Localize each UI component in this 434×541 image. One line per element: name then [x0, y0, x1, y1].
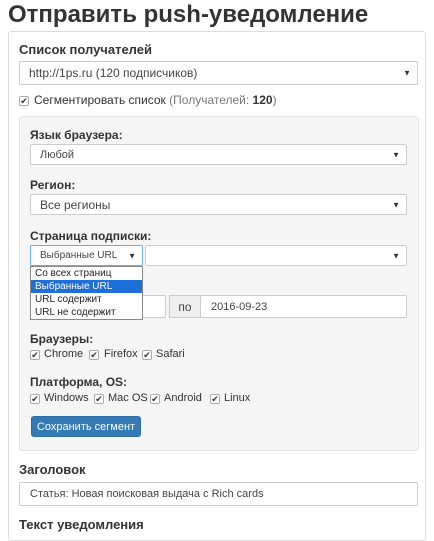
- linux-checkbox[interactable]: ✔: [210, 394, 220, 404]
- dropdown-option[interactable]: URL содержит: [31, 293, 142, 306]
- dropdown-option[interactable]: URL не содержит: [31, 306, 142, 319]
- android-checkbox[interactable]: ✔: [150, 394, 160, 404]
- safari-label: Safari: [156, 348, 185, 360]
- safari-checkbox[interactable]: ✔: [142, 350, 152, 360]
- recipients-select[interactable]: http://1ps.ru (120 подписчиков) ▼: [19, 61, 418, 85]
- platforms-label: Платформа, OS:: [30, 375, 128, 389]
- recipients-select-value: http://1ps.ru (120 подписчиков): [29, 66, 198, 80]
- subscription-page-dropdown: Со всех страниц Выбранные URL URL содерж…: [30, 266, 143, 320]
- chrome-checkbox[interactable]: ✔: [30, 350, 40, 360]
- date-to-label: по: [169, 295, 201, 318]
- segment-checkbox[interactable]: ✔: [19, 96, 29, 106]
- check-icon: ✔: [151, 394, 159, 404]
- browser-language-value: Любой: [40, 148, 75, 161]
- check-icon: ✔: [20, 96, 28, 106]
- segment-label: Сегментировать список (Получателей: 120): [34, 93, 277, 107]
- caret-down-icon: ▼: [392, 200, 400, 209]
- linux-label: Linux: [224, 392, 251, 404]
- segment-count: 120: [252, 93, 273, 107]
- subscription-url-select[interactable]: ▼: [145, 245, 407, 266]
- check-icon: ✔: [211, 394, 219, 404]
- browser-language-select[interactable]: Любой ▼: [30, 144, 407, 165]
- segment-count-prefix: (Получателей:: [169, 93, 253, 107]
- subscription-page-select[interactable]: Выбранные URL ▼: [30, 245, 143, 266]
- dropdown-option[interactable]: Со всех страниц: [31, 267, 142, 280]
- windows-label: Windows: [44, 392, 89, 404]
- windows-checkbox[interactable]: ✔: [30, 394, 40, 404]
- page-title: Отправить push-уведомление: [8, 1, 369, 28]
- caret-down-icon: ▼: [403, 68, 411, 78]
- browsers-label: Браузеры:: [30, 332, 94, 346]
- firefox-label: Firefox: [104, 348, 138, 360]
- caret-down-icon: ▼: [392, 251, 400, 260]
- subscription-page-label: Страница подписки:: [30, 229, 152, 243]
- dropdown-option-selected[interactable]: Выбранные URL: [31, 280, 142, 293]
- android-label: Android: [164, 392, 202, 404]
- heading-label: Заголовок: [19, 462, 86, 477]
- date-to-input[interactable]: 2016-09-23: [200, 295, 407, 318]
- recipients-label: Список получателей: [19, 42, 152, 57]
- check-icon: ✔: [95, 394, 103, 404]
- caret-down-icon: ▼: [128, 251, 136, 260]
- macos-label: Mac OS: [108, 392, 148, 404]
- region-label: Регион:: [30, 178, 76, 192]
- region-select[interactable]: Все регионы ▼: [30, 194, 407, 215]
- caret-down-icon: ▼: [392, 150, 400, 159]
- check-icon: ✔: [90, 350, 98, 360]
- firefox-checkbox[interactable]: ✔: [89, 350, 99, 360]
- segment-checkbox-label: Сегментировать список: [34, 93, 166, 107]
- notification-text-label: Текст уведомления: [19, 517, 144, 532]
- check-icon: ✔: [143, 350, 151, 360]
- heading-input[interactable]: Статья: Новая поисковая выдача с Rich ca…: [19, 482, 418, 506]
- segment-count-suffix: ): [272, 93, 277, 107]
- chrome-label: Chrome: [44, 348, 84, 360]
- date-from-input[interactable]: [141, 295, 166, 318]
- subscription-page-value: Выбранные URL: [40, 250, 118, 261]
- browser-language-label: Язык браузера:: [30, 128, 123, 142]
- region-value: Все регионы: [40, 197, 111, 212]
- save-segment-button[interactable]: Сохранить сегмент: [31, 416, 141, 437]
- check-icon: ✔: [31, 350, 39, 360]
- macos-checkbox[interactable]: ✔: [94, 394, 104, 404]
- check-icon: ✔: [31, 394, 39, 404]
